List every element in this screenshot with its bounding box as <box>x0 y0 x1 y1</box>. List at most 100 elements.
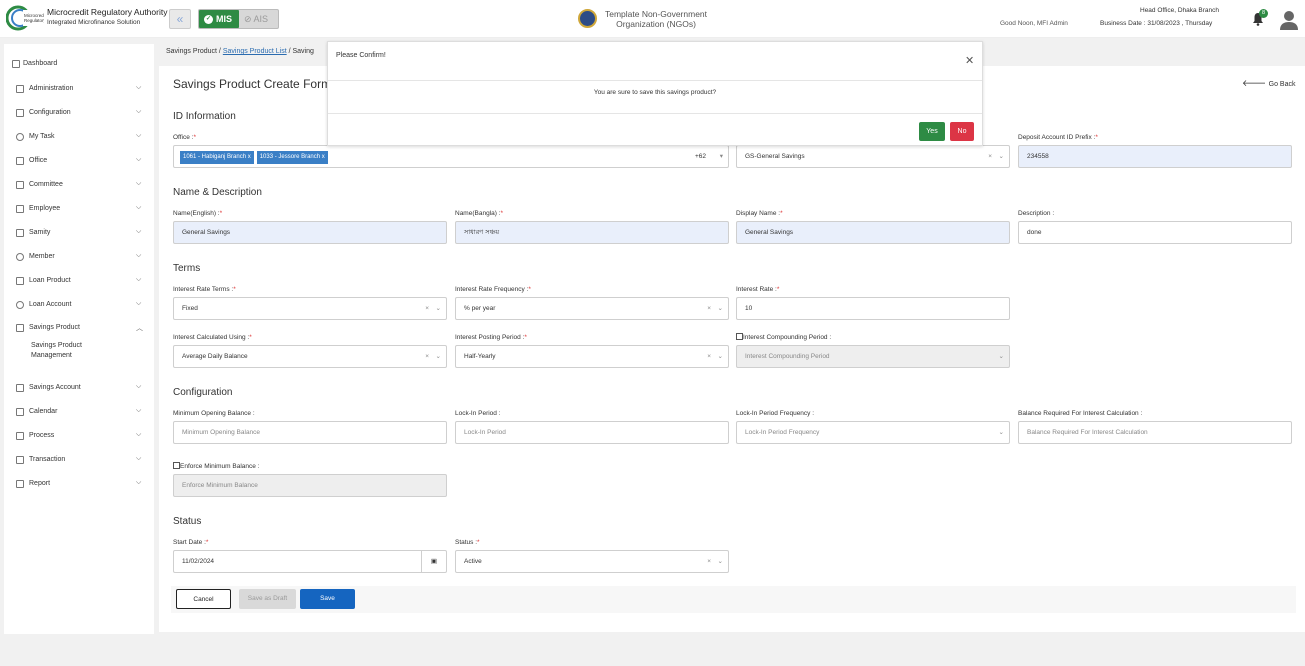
balance-required-input[interactable]: Balance Required For Interest Calculatio… <box>1018 421 1292 444</box>
deposit-prefix-input[interactable]: 234558 <box>1018 145 1292 168</box>
close-icon[interactable]: ✕ <box>965 54 974 67</box>
posting-period-value: Half-Yearly <box>464 353 496 360</box>
sidebar-item-my-task[interactable]: My Task ⌵ <box>4 127 154 147</box>
product-type-select[interactable]: GS-General Savings × ⌄ <box>736 145 1010 168</box>
sidebar-item-savings-product[interactable]: Savings Product ︿ <box>4 318 154 338</box>
no-button[interactable]: No <box>950 122 974 141</box>
calendar-icon[interactable]: ▣ <box>421 551 446 572</box>
sidebar-item-configuration[interactable]: Configuration ⌵ <box>4 103 154 123</box>
interest-rate-input[interactable]: 10 <box>736 297 1010 320</box>
section-id-information: ID Information <box>173 111 236 122</box>
breadcrumb-link[interactable]: Savings Product List <box>223 48 287 55</box>
chevron-down-icon: ⌄ <box>998 153 1004 160</box>
rate-terms-select[interactable]: Fixed × ⌄ <box>173 297 447 320</box>
sidebar-item-dashboard[interactable]: Dashboard <box>4 54 154 74</box>
sidebar-item-employee[interactable]: Employee ⌵ <box>4 199 154 219</box>
dialog-divider <box>328 80 982 81</box>
user-avatar-icon[interactable] <box>1280 10 1298 30</box>
greeting: Good Noon, MFI Admin <box>1000 20 1068 27</box>
office-tag[interactable]: 1033 - Jessore Branch x <box>256 151 328 164</box>
cancel-button[interactable]: Cancel <box>176 589 231 609</box>
clear-icon[interactable]: × <box>988 146 992 167</box>
compounding-checkbox[interactable] <box>736 333 743 340</box>
start-date-input[interactable]: 11/02/2024 ▣ <box>173 550 447 573</box>
lockin-label: Lock-In Period : <box>455 410 501 417</box>
posting-period-select[interactable]: Half-Yearly × ⌄ <box>455 345 729 368</box>
clear-icon[interactable]: × <box>707 346 711 367</box>
enforce-min-input[interactable]: Enforce Minimum Balance <box>173 474 447 497</box>
sidebar-item-label: Committee <box>29 181 63 188</box>
sidebar-item-process[interactable]: Process ⌵ <box>4 426 154 446</box>
clear-icon[interactable]: × <box>707 551 711 572</box>
go-back-button[interactable]: 🡐 Go Back <box>1242 78 1296 89</box>
compounding-select[interactable]: Interest Compounding Period ⌄ <box>736 345 1010 368</box>
chevron-down-icon: ⌵ <box>136 228 142 235</box>
name-bangla-label: Name(Bangla) :* <box>455 210 504 217</box>
sidebar-item-savings-account[interactable]: Savings Account ⌵ <box>4 378 154 398</box>
yes-button[interactable]: Yes <box>919 122 945 141</box>
sidebar-item-loan-account[interactable]: Loan Account ⌵ <box>4 295 154 315</box>
save-button[interactable]: Save <box>300 589 355 609</box>
dialog-divider <box>328 113 982 114</box>
collapse-sidebar-button[interactable]: « <box>169 9 191 29</box>
lockin-frequency-select[interactable]: Lock-In Period Frequency ⌄ <box>736 421 1010 444</box>
sidebar-item-member[interactable]: Member ⌵ <box>4 247 154 267</box>
save-as-draft-button[interactable]: Save as Draft <box>239 589 296 609</box>
office-tag[interactable]: 1061 - Habiganj Branch x <box>180 151 254 164</box>
branch-name: Head Office, Dhaka Branch <box>1140 7 1220 14</box>
clear-icon[interactable]: × <box>707 298 711 319</box>
report-icon <box>16 480 24 488</box>
interest-rate-label-text: Interest Rate : <box>736 286 777 293</box>
calc-using-label: Interest Calculated Using :* <box>173 334 252 341</box>
dialog-message: You are sure to save this savings produc… <box>593 89 717 96</box>
mis-option[interactable]: ✓ MIS <box>199 10 239 28</box>
posting-period-label: Interest Posting Period :* <box>455 334 527 341</box>
lockin-input[interactable]: Lock-In Period <box>455 421 729 444</box>
calc-using-select[interactable]: Average Daily Balance × ⌄ <box>173 345 447 368</box>
enforce-min-checkbox[interactable] <box>173 462 180 469</box>
min-opening-input[interactable]: Minimum Opening Balance <box>173 421 447 444</box>
display-name-input[interactable]: General Savings <box>736 221 1010 244</box>
sidebar-item-administration[interactable]: Administration ⌵ <box>4 79 154 99</box>
status-select[interactable]: Active × ⌄ <box>455 550 729 573</box>
samity-icon <box>16 229 24 237</box>
office-label: Office :* <box>173 134 197 141</box>
clear-icon[interactable]: × <box>425 346 429 367</box>
lockin-frequency-label: Lock-In Period Frequency : <box>736 410 815 417</box>
sidebar-item-samity[interactable]: Samity ⌵ <box>4 223 154 243</box>
double-chevron-left-icon: « <box>176 12 184 26</box>
committee-icon <box>16 181 24 189</box>
member-icon <box>16 253 24 261</box>
office-icon <box>16 157 24 165</box>
sidebar-item-calendar[interactable]: Calendar ⌵ <box>4 402 154 422</box>
chevron-down-icon: ⌵ <box>136 479 142 486</box>
name-bangla-input[interactable]: সাধারণ সঞ্চয় <box>455 221 729 244</box>
sidebar-item-label: Samity <box>29 229 51 236</box>
office-multiselect[interactable]: 1061 - Habiganj Branch x 1033 - Jessore B… <box>173 145 729 168</box>
name-english-label-text: Name(English) : <box>173 210 220 217</box>
sidebar-item-loan-product[interactable]: Loan Product ⌵ <box>4 271 154 291</box>
svg-text:Regulatory: Regulatory <box>24 18 44 23</box>
chevron-down-icon: ⌵ <box>136 455 142 462</box>
sidebar-item-committee[interactable]: Committee ⌵ <box>4 175 154 195</box>
clear-icon[interactable]: × <box>425 298 429 319</box>
chevron-down-icon: ⌵ <box>136 383 142 390</box>
posting-period-label-text: Interest Posting Period : <box>455 334 525 341</box>
sidebar-item-office[interactable]: Office ⌵ <box>4 151 154 171</box>
sidebar-subitem-savings-product-management[interactable]: Savings Product Management <box>31 341 111 361</box>
calendar-icon <box>16 408 24 416</box>
chevron-down-icon: ⌵ <box>136 407 142 414</box>
description-input[interactable]: done <box>1018 221 1292 244</box>
sidebar-item-report[interactable]: Report ⌵ <box>4 474 154 494</box>
sliders-icon <box>16 109 24 117</box>
rate-terms-value: Fixed <box>182 305 198 312</box>
transaction-icon <box>16 456 24 464</box>
sidebar-item-transaction[interactable]: Transaction ⌵ <box>4 450 154 470</box>
chevron-down-icon: ⌵ <box>136 300 142 307</box>
sidebar-item-label: Member <box>29 253 55 260</box>
rate-frequency-select[interactable]: % per year × ⌄ <box>455 297 729 320</box>
ais-option[interactable]: ⊘ AIS <box>244 10 268 28</box>
min-opening-label: Minimum Opening Balance : <box>173 410 255 417</box>
name-english-input[interactable]: General Savings <box>173 221 447 244</box>
sidebar-item-label: Loan Product <box>29 277 71 284</box>
